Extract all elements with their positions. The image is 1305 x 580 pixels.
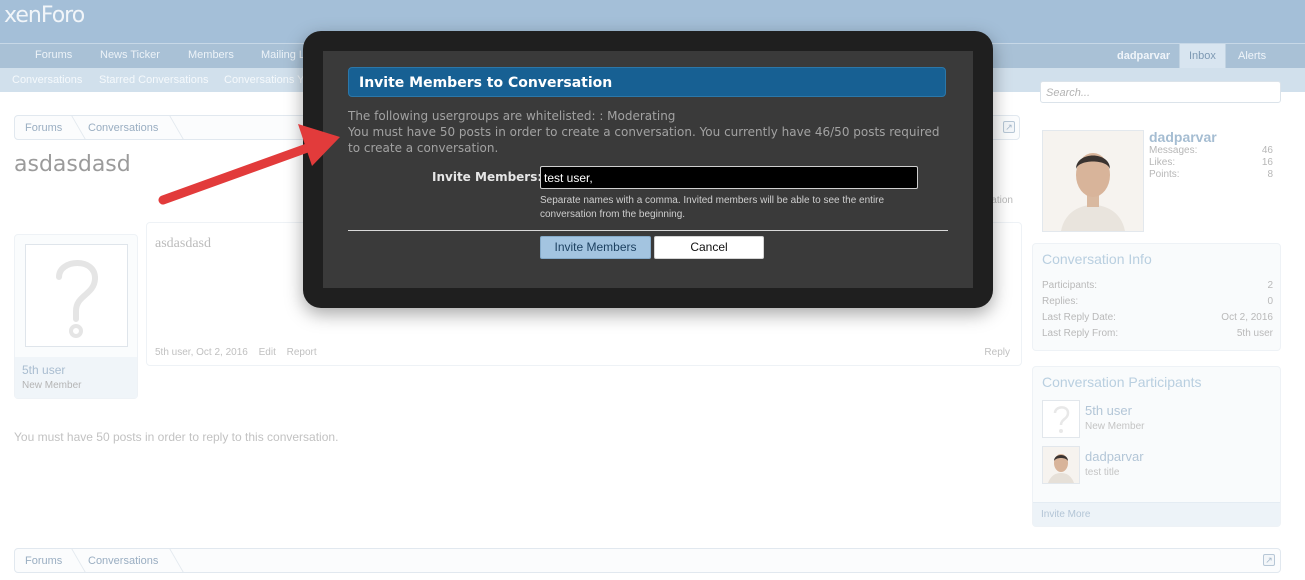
user-photo-icon [1043,131,1143,231]
crumb-separator [158,116,184,139]
tab-alerts[interactable]: Alerts [1238,44,1266,69]
info-participants: Participants: 2 [1042,280,1273,291]
post-text: asdasdasd [155,236,211,251]
participant-avatar[interactable] [1042,446,1080,484]
info-replies: Replies: 0 [1042,296,1273,307]
jump-menu-icon[interactable]: ↗ [1263,554,1275,566]
visitor-avatar[interactable] [1042,130,1144,232]
report-link[interactable]: Report [287,347,317,358]
whitelist-notice: The following usergroups are whitelisted… [348,109,676,123]
participants-heading: Conversation Participants [1042,374,1202,390]
participant-title: test title [1085,467,1120,478]
subnav-starred[interactable]: Starred Conversations [99,74,208,86]
user-photo-icon [1043,447,1079,483]
post-requirement-notice: You must have 50 posts in order to creat… [348,125,940,155]
modal-title: Invite Members to Conversation [359,75,613,91]
invite-more-link[interactable]: Invite More [1041,509,1090,520]
account-link[interactable]: dadparvar [1117,44,1170,69]
crumb-separator [60,549,86,572]
modal-header: Invite Members to Conversation [348,67,946,97]
post-author-date[interactable]: 5th user, Oct 2, 2016 [155,347,248,358]
participant-name[interactable]: dadparvar [1085,449,1144,464]
site-logo[interactable]: xenForo [4,3,85,28]
visitor-name[interactable]: dadparvar [1149,129,1217,145]
cancel-button[interactable]: Cancel [654,236,764,259]
reply-link[interactable]: Reply [984,347,1010,358]
crumb-forums[interactable]: Forums [25,122,62,134]
visitor-stat-points: Points: 8 [1149,169,1273,180]
jump-menu-icon[interactable]: ↗ [1003,121,1015,133]
page-title: asdasdasd [14,152,131,177]
crumb-forums[interactable]: Forums [25,555,62,567]
tab-forums[interactable]: Forums [35,49,72,61]
modal-divider [348,230,948,231]
tab-members[interactable]: Members [188,49,234,61]
post-author-name[interactable]: 5th user [22,363,65,377]
edit-link[interactable]: Edit [259,347,276,358]
post-author-block: 5th user New Member [14,234,138,399]
info-last-reply-date: Last Reply Date: Oct 2, 2016 [1042,312,1273,323]
crumb-conversations[interactable]: Conversations [88,122,158,134]
conversation-info-heading: Conversation Info [1042,251,1152,267]
invite-members-input[interactable]: test user, [540,166,918,189]
invite-overlay: Invite Members to Conversation The follo… [303,31,993,308]
reply-notice: You must have 50 posts in order to reply… [14,430,339,444]
tab-inbox[interactable]: Inbox [1179,44,1226,70]
conversation-info-panel: Conversation Info Participants: 2 Replies… [1032,243,1281,351]
subnav-conversations[interactable]: Conversations [12,74,82,86]
participant-title: New Member [1085,421,1145,432]
conversation-participants-panel: Conversation Participants 5th user New M… [1032,366,1281,527]
visitor-panel: dadparvar Messages: 46 Likes: 16 Points: 8 [1032,120,1281,232]
invite-hint: Separate names with a comma. Invited mem… [540,195,885,220]
participant-avatar[interactable] [1042,400,1080,438]
visitor-stat-likes: Likes: 16 [1149,157,1273,168]
post-author-title: New Member [22,380,82,391]
tab-news-ticker[interactable]: News Ticker [100,49,160,61]
breadcrumb-bottom: Forums Conversations ↗ [14,548,1281,573]
default-avatar-icon [56,260,99,338]
participants-footer: Invite More [1033,502,1280,526]
search-placeholder: Search... [1046,87,1091,99]
default-avatar-icon [1053,406,1070,433]
info-last-reply-from: Last Reply From: 5th user [1042,328,1273,339]
participant-name[interactable]: 5th user [1085,403,1132,418]
visitor-stat-messages: Messages: 46 [1149,145,1273,156]
crumb-separator [158,549,184,572]
avatar[interactable] [25,244,128,347]
post-meta: 5th user, Oct 2, 2016 Edit Report [155,347,325,358]
crumb-conversations[interactable]: Conversations [88,555,158,567]
crumb-separator [60,116,86,139]
search-input[interactable]: Search... [1040,81,1281,103]
invite-members-label: Invite Members: [432,170,543,184]
invite-members-button[interactable]: Invite Members [540,236,651,259]
